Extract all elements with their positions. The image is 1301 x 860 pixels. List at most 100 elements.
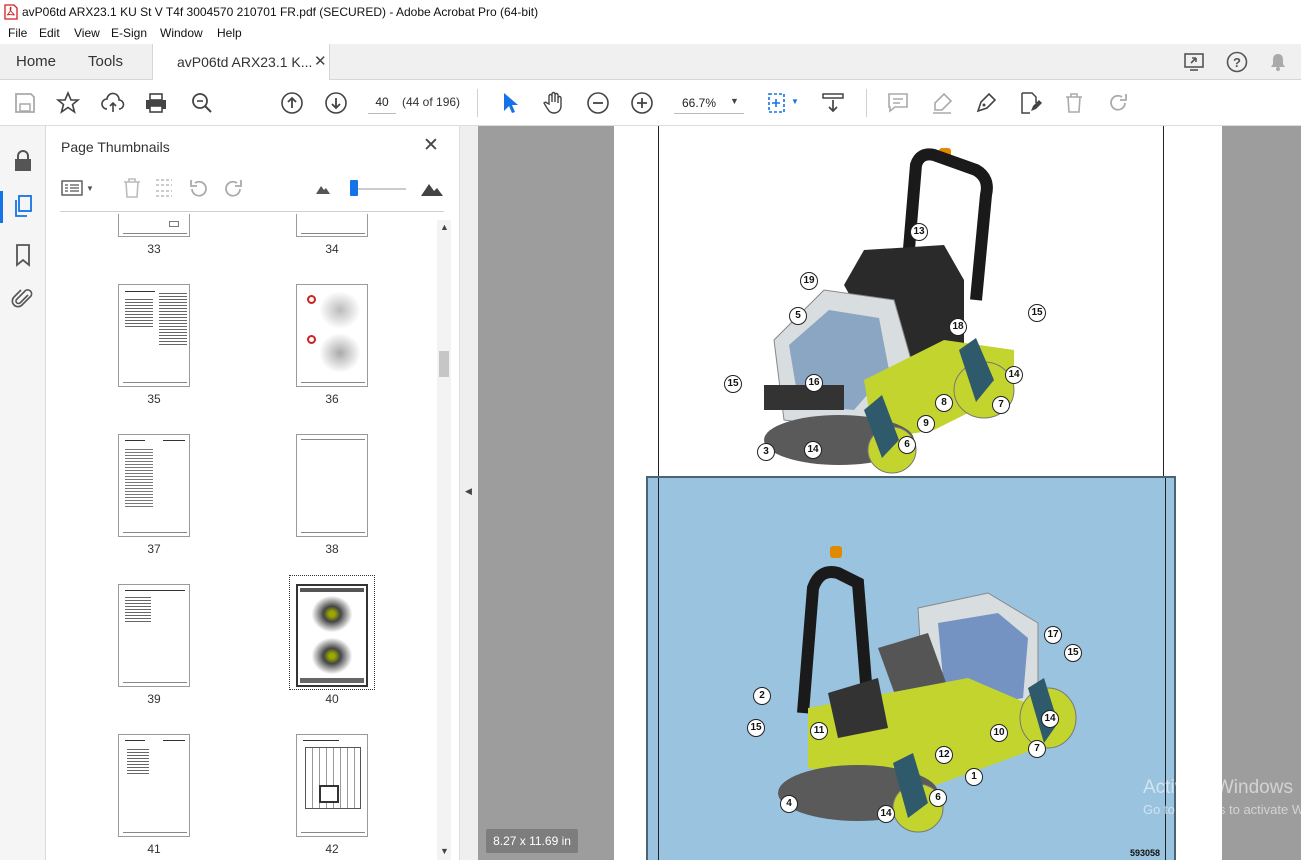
- zoom-search-icon[interactable]: [190, 91, 214, 115]
- slider-handle[interactable]: [350, 180, 358, 196]
- menu-help[interactable]: Help: [217, 26, 242, 40]
- page-number-input[interactable]: 40: [368, 92, 396, 114]
- callout-14: 14: [877, 805, 895, 823]
- thumbnail-size-slider[interactable]: [350, 188, 406, 190]
- zoom-level-select[interactable]: 66.7% ▼: [674, 92, 744, 114]
- upload-cloud-icon[interactable]: [101, 91, 125, 115]
- menu-file[interactable]: File: [8, 26, 27, 40]
- panel-collapse-strip[interactable]: ◀: [459, 126, 478, 860]
- notifications-bell-icon[interactable]: [1268, 51, 1288, 73]
- callout-2: 2: [753, 687, 771, 705]
- zoom-in-icon[interactable]: [630, 91, 654, 115]
- callout-15: 15: [1064, 644, 1082, 662]
- callout-12: 12: [935, 746, 953, 764]
- extract-page-icon[interactable]: [153, 177, 175, 199]
- rotate-clockwise-icon[interactable]: [222, 178, 244, 200]
- callout-19: 19: [800, 272, 818, 290]
- share-screen-icon[interactable]: [1183, 51, 1207, 73]
- lock-security-icon[interactable]: [12, 149, 34, 173]
- print-icon[interactable]: [144, 91, 168, 115]
- thumbnail-scrollbar[interactable]: ▲ ▼: [437, 220, 451, 860]
- bookmark-star-icon[interactable]: [56, 91, 80, 115]
- scroll-up-icon[interactable]: ▲: [440, 222, 449, 232]
- fit-page-icon[interactable]: [766, 91, 790, 115]
- selected-figure-highlight[interactable]: 17 15 2 11 15 10 14 12 7 1 6 4 14 593058: [646, 476, 1176, 860]
- fit-page-dropdown-icon[interactable]: ▼: [791, 97, 799, 106]
- tab-tools[interactable]: Tools: [88, 44, 123, 80]
- thumbnail-page-42[interactable]: [296, 734, 368, 837]
- callout-14: 14: [804, 441, 822, 459]
- active-rail-indicator: [0, 191, 3, 223]
- attachments-paperclip-icon[interactable]: [11, 287, 35, 311]
- save-icon[interactable]: [13, 91, 37, 115]
- redo-rotate-icon[interactable]: [1106, 91, 1130, 115]
- thumbnail-label: 34: [325, 242, 339, 256]
- scroll-mode-icon[interactable]: [821, 91, 845, 115]
- edit-pdf-icon[interactable]: [1018, 91, 1042, 115]
- pdf-app-icon: [4, 4, 18, 20]
- menu-edit[interactable]: Edit: [39, 26, 60, 40]
- callout-5: 5: [789, 307, 807, 325]
- highlighter-icon[interactable]: [930, 91, 954, 115]
- menu-view[interactable]: View: [74, 26, 100, 40]
- page-thumbnails-icon[interactable]: [12, 194, 34, 220]
- menu-esign[interactable]: E-Sign: [111, 26, 147, 40]
- svg-text:?: ?: [1233, 55, 1241, 70]
- previous-page-icon[interactable]: [280, 91, 304, 115]
- left-navigation-rail: [0, 126, 46, 860]
- zoom-out-icon[interactable]: [586, 91, 610, 115]
- callout-1: 1: [965, 768, 983, 786]
- callout-8: 8: [935, 394, 953, 412]
- window-title: avP06td ARX23.1 KU St V T4f 3004570 2107…: [22, 5, 539, 19]
- thumbnail-grid: 33 34 35 36 37 38 39 40 41 42: [46, 214, 436, 860]
- callout-16: 16: [805, 374, 823, 392]
- figure-code: 593058: [1130, 848, 1161, 858]
- scroll-down-icon[interactable]: ▼: [440, 846, 449, 856]
- toolbar: 40 (44 of 196) 66.7% ▼ ▼: [0, 80, 1301, 126]
- bookmarks-icon[interactable]: [14, 243, 32, 267]
- small-mountain-icon[interactable]: [315, 183, 331, 195]
- hand-tool-icon[interactable]: [542, 91, 566, 115]
- help-icon[interactable]: ?: [1225, 50, 1249, 74]
- callout-15: 15: [1028, 304, 1046, 322]
- thumbnail-options-icon[interactable]: [61, 179, 83, 197]
- toolbar-divider: [477, 89, 478, 117]
- callout-6: 6: [929, 789, 947, 807]
- thumbnail-page-33[interactable]: [118, 214, 190, 237]
- close-tab-icon[interactable]: ✕: [314, 52, 327, 70]
- thumbnail-page-35[interactable]: [118, 284, 190, 387]
- tab-document[interactable]: avP06td ARX23.1 K... ✕: [152, 44, 330, 81]
- menu-window[interactable]: Window: [160, 26, 203, 40]
- thumbnail-page-36[interactable]: [296, 284, 368, 387]
- document-viewport[interactable]: 13 19 5 18 15 15 16 14 8 7 9 3 14 6 17 1…: [478, 126, 1301, 860]
- large-mountain-icon[interactable]: [420, 181, 444, 197]
- select-cursor-icon[interactable]: [498, 91, 522, 115]
- page-size-badge: 8.27 x 11.69 in: [486, 829, 578, 853]
- callout-6: 6: [898, 436, 916, 454]
- delete-page-icon[interactable]: [121, 177, 143, 199]
- scrollbar-thumb[interactable]: [439, 351, 449, 377]
- roller-illustration-bottom: [778, 546, 1077, 833]
- callout-13: 13: [910, 223, 928, 241]
- thumbnail-page-37[interactable]: [118, 434, 190, 537]
- thumbnail-page-40[interactable]: [296, 584, 368, 687]
- thumbnail-page-38[interactable]: [296, 434, 368, 537]
- next-page-icon[interactable]: [324, 91, 348, 115]
- callout-18: 18: [949, 318, 967, 336]
- close-panel-icon[interactable]: ✕: [423, 134, 439, 157]
- tab-home[interactable]: Home: [16, 44, 56, 80]
- comment-icon[interactable]: [886, 91, 910, 115]
- delete-trash-icon[interactable]: [1062, 91, 1086, 115]
- callout-11: 11: [810, 722, 828, 740]
- activate-windows-subtext: Go to Settings to activate Windows.: [1143, 802, 1301, 817]
- thumbnail-label: 41: [147, 842, 161, 856]
- collapse-panel-icon[interactable]: ◀: [465, 486, 472, 497]
- callout-15: 15: [724, 375, 742, 393]
- rotate-counterclockwise-icon[interactable]: [188, 178, 210, 200]
- thumbnail-page-39[interactable]: [118, 584, 190, 687]
- thumbnail-page-41[interactable]: [118, 734, 190, 837]
- draw-pen-icon[interactable]: [974, 91, 998, 115]
- tab-document-label: avP06td ARX23.1 K...: [177, 54, 313, 70]
- thumbnail-page-34[interactable]: [296, 214, 368, 237]
- options-dropdown-icon[interactable]: ▼: [86, 184, 94, 193]
